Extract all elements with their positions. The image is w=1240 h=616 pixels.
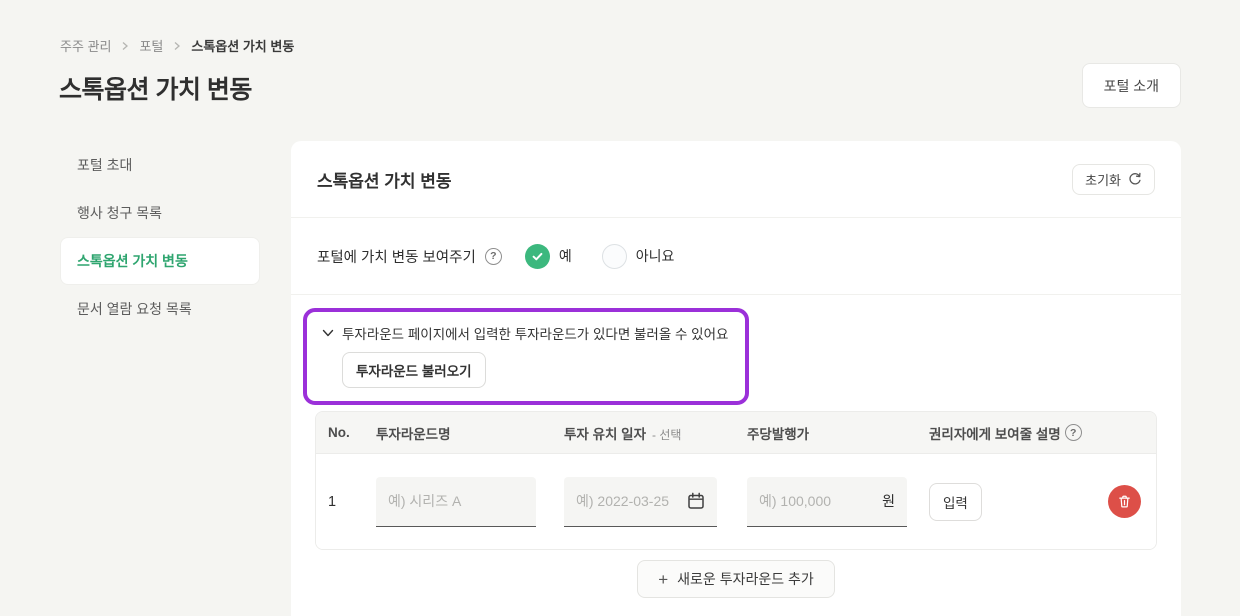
header-date-optional: - 선택 [652,428,681,442]
refresh-icon [1128,172,1142,186]
header-description: 권리자에게 보여줄 설명 ? [929,423,1092,443]
page-title: 스톡옵션 가치 변동 [59,70,252,106]
panel-header: 스톡옵션 가치 변동 초기화 [291,141,1181,218]
chevron-down-icon [321,326,335,340]
header-investment-date: 투자 유치 일자 - 선택 [564,423,747,443]
sidebar-item-label: 행사 청구 목록 [77,203,162,223]
radio-unchecked-icon [602,244,627,269]
radio-no[interactable]: 아니요 [602,244,675,269]
import-round-section-highlighted: 투자라운드 페이지에서 입력한 투자라운드가 있다면 불러올 수 있어요 투자라… [303,308,749,405]
option-value-change-panel: 스톡옵션 가치 변동 초기화 포털에 가치 변동 보여주기 ? 예 아 [291,141,1181,616]
sidebar-item-document-requests[interactable]: 문서 열람 요청 목록 [60,285,260,333]
investment-date-input[interactable] [564,493,684,509]
radio-checked-icon [525,244,550,269]
rounds-table-header: No. 투자라운드명 투자 유치 일자 - 선택 주당발행가 권리자에게 보여줄 … [316,412,1156,454]
visibility-label: 포털에 가치 변동 보여주기 [317,246,476,267]
sidebar-item-exercise-requests[interactable]: 행사 청구 목록 [60,189,260,237]
help-icon[interactable]: ? [1065,424,1082,441]
round-name-field [376,477,536,527]
header-round-name: 투자라운드명 [376,423,564,443]
import-round-toggle[interactable]: 투자라운드 페이지에서 입력한 투자라운드가 있다면 불러올 수 있어요 [321,323,731,343]
investment-date-field [564,477,717,527]
plus-icon: + [658,571,668,588]
description-enter-button[interactable]: 입력 [929,483,982,521]
sidebar-item-label: 포털 초대 [77,155,132,175]
trash-icon [1117,494,1132,509]
add-new-round-button[interactable]: + 새로운 투자라운드 추가 [637,560,835,598]
help-icon[interactable]: ? [485,248,502,265]
rounds-table: No. 투자라운드명 투자 유치 일자 - 선택 주당발행가 권리자에게 보여줄 … [315,411,1157,550]
load-investment-rounds-button[interactable]: 투자라운드 불러오기 [342,352,486,388]
header-investment-date-label: 투자 유치 일자 [564,427,646,442]
round-row-1: 1 [316,454,1156,549]
panel-title: 스톡옵션 가치 변동 [317,167,452,192]
chevron-right-icon [172,41,182,51]
breadcrumb-item-portal[interactable]: 포털 [139,36,163,55]
chevron-right-icon [120,41,130,51]
visibility-setting-row: 포털에 가치 변동 보여주기 ? 예 아니요 [291,218,1181,295]
sidebar-item-label: 스톡옵션 가치 변동 [77,251,188,271]
sidebar-item-option-value-change[interactable]: 스톡옵션 가치 변동 [60,237,260,285]
add-new-round-label: 새로운 투자라운드 추가 [677,569,814,589]
issue-price-field: 원 [747,477,907,527]
round-name-input[interactable] [376,493,536,509]
calendar-icon[interactable] [686,491,706,511]
header-no: No. [316,425,376,440]
breadcrumb: 주주 관리 포털 스톡옵션 가치 변동 [60,36,294,55]
visibility-radio-group: 예 아니요 [525,244,675,269]
issue-price-input[interactable] [747,493,882,509]
sidebar-item-label: 문서 열람 요청 목록 [77,299,192,319]
radio-yes-label: 예 [559,246,572,266]
radio-no-label: 아니요 [636,246,675,266]
radio-yes[interactable]: 예 [525,244,572,269]
import-round-hint: 투자라운드 페이지에서 입력한 투자라운드가 있다면 불러올 수 있어요 [342,323,728,343]
header-issue-price: 주당발행가 [747,423,929,443]
sidebar-item-portal-invite[interactable]: 포털 초대 [60,141,260,189]
reset-button-label: 초기화 [1085,170,1121,189]
sidebar: 포털 초대 행사 청구 목록 스톡옵션 가치 변동 문서 열람 요청 목록 [60,141,260,333]
currency-unit-label: 원 [882,491,907,511]
row-number: 1 [316,494,376,510]
header-description-label: 권리자에게 보여줄 설명 [929,423,1061,443]
reset-button[interactable]: 초기화 [1072,164,1155,195]
breadcrumb-item-current: 스톡옵션 가치 변동 [191,36,294,55]
delete-row-button[interactable] [1108,485,1141,518]
breadcrumb-item-shareholders[interactable]: 주주 관리 [60,36,111,55]
portal-intro-button[interactable]: 포털 소개 [1082,63,1181,108]
